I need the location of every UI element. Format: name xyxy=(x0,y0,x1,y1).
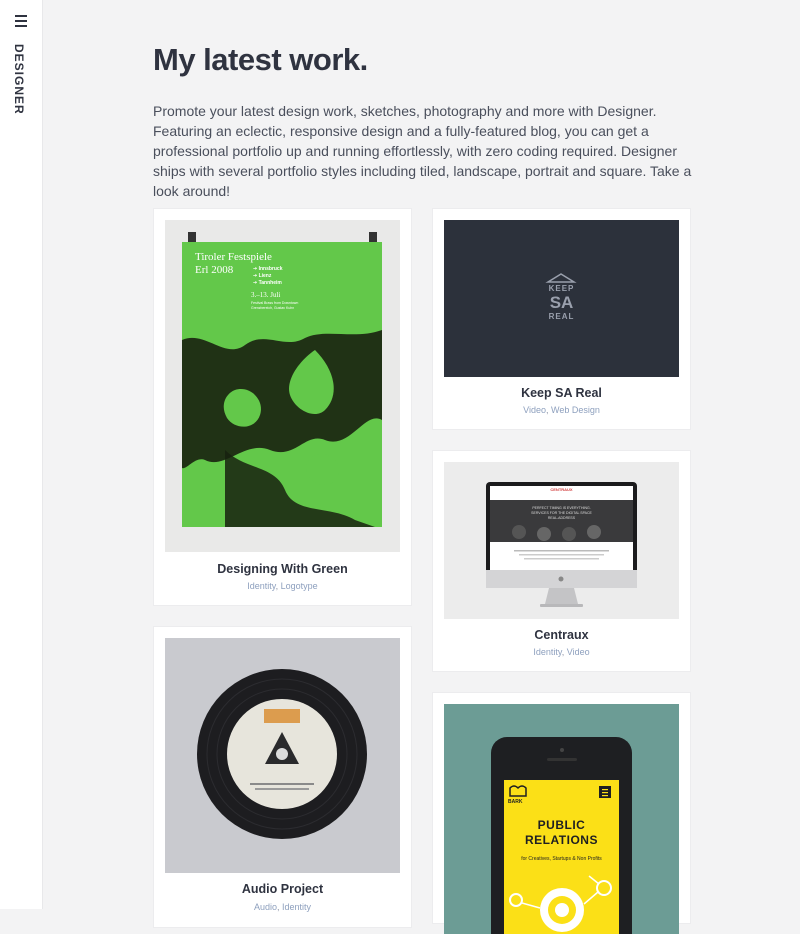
centraux-thumbnail[interactable]: CENTRAUX PERFECT TIMING IS EVERYTHING. S… xyxy=(444,462,679,619)
portfolio-card-audio-project[interactable]: Audio Project Audio, Identity xyxy=(154,627,411,927)
keep-sa-logo-line: KEEP xyxy=(548,284,575,293)
poster-place: ➔ Lienz xyxy=(253,273,272,279)
tag-link[interactable]: Identity xyxy=(533,647,561,657)
keep-sa-real-thumbnail[interactable]: KEEP SA REAL xyxy=(444,220,679,377)
tag-link[interactable]: Identity xyxy=(247,581,275,591)
poster-place: ➔ Tannheim xyxy=(253,280,282,286)
tag-link[interactable]: Web Design xyxy=(551,405,600,415)
portfolio-card-designing-with-green[interactable]: Tiroler Festspiele Erl 2008 ➔ Innsbruck … xyxy=(154,209,411,605)
tag-link[interactable]: Video xyxy=(567,647,590,657)
poster-fine: Grenzbereich, Gustav Kuhn xyxy=(251,306,295,310)
card-tags: Video, Web Design xyxy=(523,405,600,415)
card-title[interactable]: Audio Project xyxy=(154,882,411,896)
tag-link[interactable]: Identity xyxy=(282,902,311,912)
phone-brand: BARK xyxy=(508,799,523,805)
public-relations-thumbnail[interactable]: BARK PUBLIC RELATIONS for Creatives, Sta… xyxy=(444,704,679,934)
phone-tagline: for Creatives, Startups & Non Profits xyxy=(521,856,602,862)
poster-place: ➔ Innsbruck xyxy=(253,266,283,272)
site-brand[interactable]: DESIGNER xyxy=(12,44,26,115)
card-title[interactable]: Keep SA Real xyxy=(433,386,690,400)
card-tags: Audio, Identity xyxy=(253,902,312,912)
page-intro: Promote your latest design work, sketche… xyxy=(153,103,692,199)
hamburger-menu-icon[interactable] xyxy=(15,15,27,27)
poster-subtitle: Erl 2008 xyxy=(195,264,234,276)
poster-thumbnail[interactable]: Tiroler Festspiele Erl 2008 ➔ Innsbruck … xyxy=(165,220,400,552)
card-title[interactable]: Centraux xyxy=(433,628,690,642)
centraux-screen-headline: PERFECT TIMING IS EVERYTHING. SERVICES F… xyxy=(531,506,592,520)
phone-headline: PUBLIC xyxy=(537,818,586,832)
phone-headline: RELATIONS xyxy=(525,833,598,847)
page-title: My latest work. xyxy=(153,42,368,77)
keep-sa-logo-line: SA xyxy=(549,293,574,312)
card-tags: Identity, Logotype xyxy=(247,581,318,591)
portfolio-card-centraux[interactable]: CENTRAUX PERFECT TIMING IS EVERYTHING. S… xyxy=(433,451,690,671)
card-tags: Identity, Video xyxy=(533,647,590,657)
tag-link[interactable]: Video xyxy=(523,405,546,415)
tag-link[interactable]: Audio xyxy=(254,902,277,912)
imac-image xyxy=(486,482,637,607)
poster-dates: 3.–13. Juli xyxy=(251,291,281,299)
tag-link[interactable]: Logotype xyxy=(281,581,318,591)
poster-fine: Festival Brass from Downtown xyxy=(251,301,299,305)
vinyl-record-image xyxy=(165,638,400,873)
card-title[interactable]: Designing With Green xyxy=(154,562,411,576)
centraux-screen-brand: CENTRAUX xyxy=(550,487,573,492)
portfolio-card-keep-sa-real[interactable]: KEEP SA REAL Keep SA Real Video, Web Des… xyxy=(433,209,690,429)
keep-sa-logo-line: REAL xyxy=(548,312,575,321)
audio-thumbnail[interactable] xyxy=(165,638,400,873)
poster-title: Tiroler Festspiele xyxy=(195,251,272,263)
portfolio-card-public-relations[interactable]: BARK PUBLIC RELATIONS for Creatives, Sta… xyxy=(433,693,690,934)
sidebar: DESIGNER xyxy=(0,0,43,909)
